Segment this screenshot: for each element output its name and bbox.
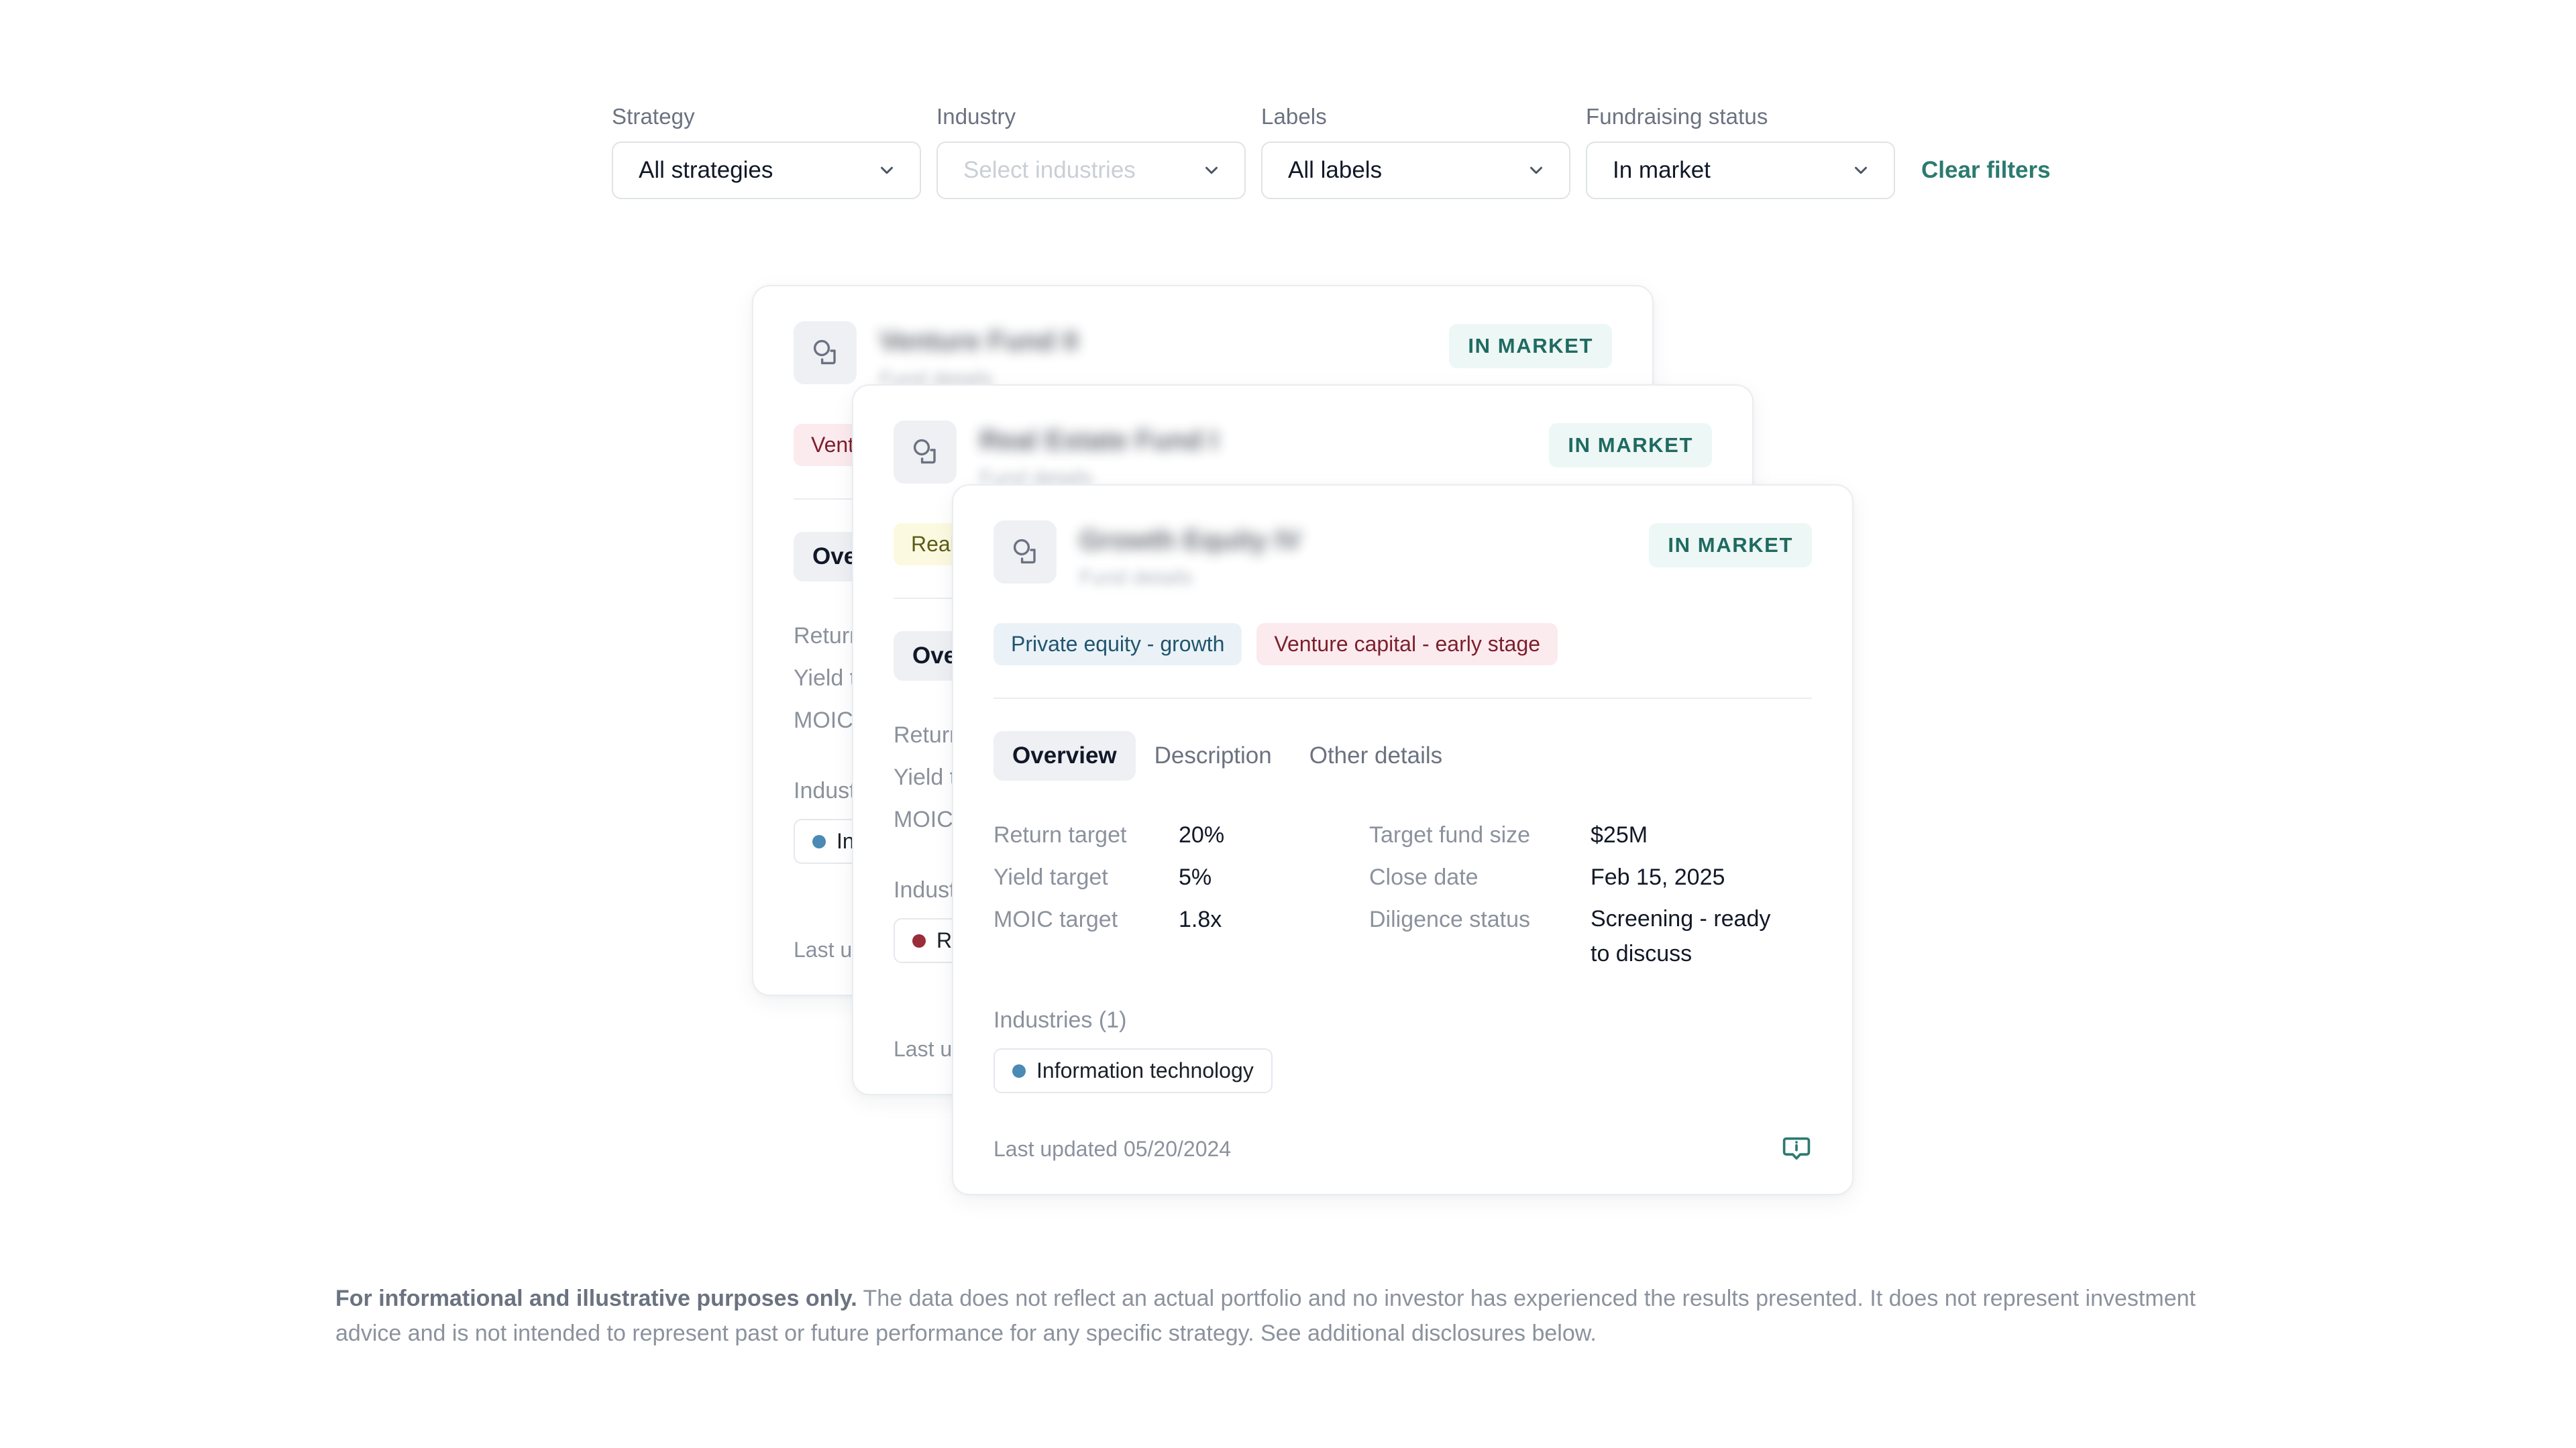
chevron-down-icon: [877, 160, 897, 180]
card-header: Real Estate Fund I Fund details IN MARKET: [894, 421, 1712, 490]
tab-overview[interactable]: Overview: [994, 731, 1136, 781]
industry-color-dot: [812, 834, 826, 848]
stat-key: Close date: [1369, 865, 1479, 890]
fund-title: Growth Equity IV: [1079, 524, 1301, 555]
strategy-tag-row: Private equity - growth Venture capital -…: [994, 623, 1812, 665]
chevron-down-icon: [1201, 160, 1222, 180]
disclaimer-footer: For informational and illustrative purpo…: [335, 1281, 2261, 1351]
status-badge: IN MARKET: [1549, 423, 1712, 467]
filter-group-strategy: Strategy All strategies: [612, 104, 921, 199]
chevron-down-icon: [1526, 160, 1546, 180]
industry-name: Information technology: [1036, 1058, 1254, 1082]
strategy-tag: Venture capital - early stage: [1256, 623, 1558, 665]
filter-bar: Strategy All strategies Industry Select ind…: [612, 104, 2051, 199]
filter-value-strategy: All strategies: [639, 157, 773, 183]
stat-value: Feb 15, 2025: [1591, 865, 1725, 890]
stats-grid: Return target Yield target MOIC target 20% 5…: [994, 814, 1812, 971]
clear-filters-link[interactable]: Clear filters: [1921, 157, 2051, 184]
industry-color-dot: [912, 934, 926, 948]
chevron-down-icon: [1851, 160, 1871, 180]
info-tooltip-icon[interactable]: [1781, 1133, 1812, 1164]
stat-key: Target fund size: [1369, 822, 1531, 848]
filter-select-labels[interactable]: All labels: [1261, 142, 1570, 199]
filter-label-fundraising-status: Fundraising status: [1586, 104, 1768, 129]
fund-title: Real Estate Fund I: [979, 425, 1218, 455]
filter-group-labels: Labels All labels: [1261, 104, 1570, 199]
stat-value: 20%: [1179, 822, 1225, 848]
strategy-tag: Private equity - growth: [994, 623, 1242, 665]
filter-select-fundraising-status[interactable]: In market: [1586, 142, 1895, 199]
tab-other-details[interactable]: Other details: [1291, 731, 1461, 781]
card-header: Venture Fund II Fund details IN MARKET: [794, 321, 1612, 390]
fund-avatar-icon: [794, 321, 857, 384]
fund-card[interactable]: Growth Equity IV Fund details IN MARKET Pri…: [952, 484, 1854, 1195]
fund-title: Venture Fund II: [879, 325, 1079, 356]
filter-group-industry: Industry Select industries: [936, 104, 1246, 199]
card-divider: [994, 698, 1812, 699]
fund-subtitle: Fund details: [1079, 565, 1193, 589]
filter-label-industry: Industry: [936, 104, 1016, 129]
disclaimer-headline: For informational and illustrative purpo…: [335, 1286, 857, 1311]
filter-value-labels: All labels: [1288, 157, 1383, 183]
filter-label-labels: Labels: [1261, 104, 1327, 129]
fund-avatar-icon: [894, 421, 957, 484]
status-badge: IN MARKET: [1649, 523, 1812, 567]
filter-select-strategy[interactable]: All strategies: [612, 142, 921, 199]
fund-avatar-icon: [994, 520, 1057, 583]
last-updated-text: Last updated 05/20/2024: [994, 1136, 1232, 1161]
stat-key: Yield target: [994, 865, 1108, 890]
filter-select-industry[interactable]: Select industries: [936, 142, 1246, 199]
filter-label-strategy: Strategy: [612, 104, 695, 129]
filter-group-fundraising-status: Fundraising status In market: [1586, 104, 1895, 199]
stat-key: MOIC target: [994, 907, 1118, 932]
stat-key: Diligence status: [1369, 907, 1531, 932]
industry-chip[interactable]: Information technology: [994, 1048, 1273, 1093]
fund-browser-page: Strategy All strategies Industry Select ind…: [0, 0, 2576, 1448]
status-badge: IN MARKET: [1449, 324, 1612, 368]
stat-value: 1.8x: [1179, 907, 1222, 932]
card-header: Growth Equity IV Fund details IN MARKET: [994, 520, 1812, 590]
filter-value-industry: Select industries: [963, 157, 1136, 183]
card-tabs: OverviewDescriptionOther details: [994, 731, 1812, 781]
industry-chip-row: Information technology: [994, 1034, 1812, 1093]
stat-value: $25M: [1591, 822, 1648, 848]
card-footer: Last updated 05/20/2024: [994, 1133, 1812, 1164]
filter-value-fundraising-status: In market: [1613, 157, 1711, 183]
tab-description[interactable]: Description: [1136, 731, 1291, 781]
industries-label: Industries (1): [994, 1007, 1127, 1033]
stat-value: Screening - ready to discuss: [1591, 906, 1771, 966]
stat-value: 5%: [1179, 865, 1212, 890]
stat-key: Return target: [994, 822, 1127, 848]
industry-color-dot: [1012, 1064, 1026, 1078]
